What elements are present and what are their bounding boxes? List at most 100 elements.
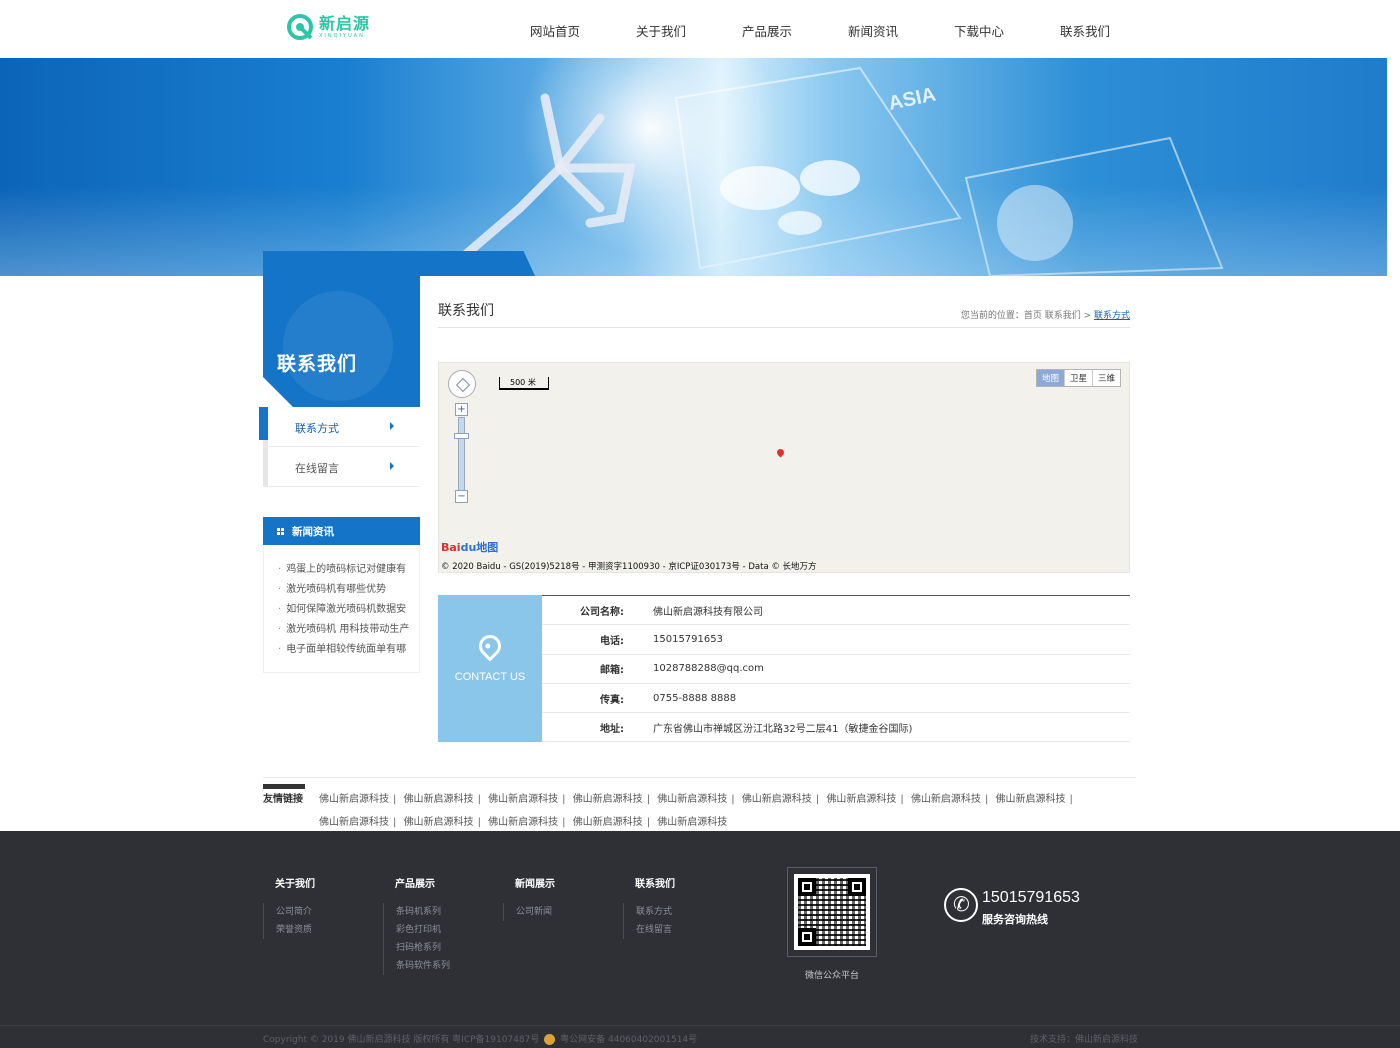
wechat-qr-frame [787, 867, 877, 957]
map-scale-label: 500 米 [510, 378, 536, 387]
site-header: 新启源 XINQIYUAN 网站首页 关于我们 产品展示 新闻资讯 下载中心 联… [0, 0, 1400, 58]
contact-key: 公司名称: [580, 606, 624, 618]
friend-link[interactable]: 佛山新启源科技 [404, 794, 474, 805]
copyright-text: Copyright © 2019 佛山新启源科技 版权所有 粤ICP备19107… [263, 1035, 540, 1045]
breadcrumb-prefix: 您当前的位置：首页 联系我们 > [960, 311, 1092, 321]
nav-home[interactable]: 网站首页 [502, 0, 608, 58]
footer-col-products: 产品展示 条码机系列 彩色打印机 扫码枪系列 条码软件系列 [383, 875, 505, 975]
zoom-slider-thumb[interactable] [454, 433, 469, 439]
breadcrumb: 您当前的位置：首页 联系我们 > 联系方式 [961, 308, 1130, 321]
nav-download[interactable]: 下载中心 [926, 0, 1032, 58]
friend-link[interactable]: 佛山新启源科技 [996, 794, 1066, 805]
friend-link[interactable]: 佛山新启源科技 [404, 817, 474, 828]
zoom-slider-track[interactable] [458, 417, 465, 491]
nav-products[interactable]: 产品展示 [714, 0, 820, 58]
footer-link[interactable]: 条码机系列 [396, 903, 505, 921]
site-logo[interactable]: 新启源 XINQIYUAN [287, 14, 370, 40]
map-scale: 500 米 [499, 377, 549, 390]
footer-col-title[interactable]: 联系我们 [635, 875, 745, 890]
news-box-title: 新闻资讯 [292, 526, 334, 538]
phone-icon [944, 888, 978, 922]
pan-control-icon[interactable] [448, 370, 476, 398]
footer-col-title[interactable]: 新闻展示 [515, 875, 625, 890]
sidebar-item-message[interactable]: 在线留言 [263, 447, 420, 487]
map-type-3d[interactable]: 三维 [1091, 370, 1120, 386]
footer-link[interactable]: 荣誉资质 [276, 921, 385, 939]
sidebar-header-cut [263, 377, 293, 407]
sidebar-header: 联系我们 [263, 251, 420, 407]
friend-link[interactable]: 佛山新启源科技 [657, 794, 727, 805]
baidu-map[interactable]: + − 500 米 地图 卫星 三维 Baidu地图 © 2020 Baidu … [438, 362, 1130, 573]
footer-link[interactable]: 公司简介 [276, 903, 385, 921]
contact-value: 1028788288@qq.com [653, 663, 764, 675]
friend-link[interactable]: 佛山新启源科技 [573, 817, 643, 828]
friend-link[interactable]: 佛山新启源科技 [319, 817, 389, 828]
contact-key: 传真: [600, 694, 624, 706]
friend-link[interactable]: 佛山新启源科技 [488, 817, 558, 828]
footer-link[interactable]: 条码软件系列 [396, 957, 505, 975]
links-label: 友情链接 [263, 784, 305, 805]
breadcrumb-current[interactable]: 联系方式 [1094, 311, 1130, 321]
footer-link[interactable]: 彩色打印机 [396, 921, 505, 939]
nav-about[interactable]: 关于我们 [608, 0, 714, 58]
baidu-map-logo[interactable]: Baidu地图 [441, 539, 498, 555]
sidebar-menu: 联系方式 在线留言 [259, 407, 420, 487]
news-item[interactable]: 激光喷码机有哪些优势 [264, 580, 419, 600]
footer-divider [0, 1025, 1400, 1026]
grid-icon [277, 528, 284, 535]
footer-link[interactable]: 扫码枪系列 [396, 939, 505, 957]
footer-link[interactable]: 在线留言 [636, 921, 745, 939]
contact-value: 15015791653 [653, 633, 723, 645]
news-list: 鸡蛋上的喷码标记对健康有 激光喷码机有哪些优势 如何保障激光喷码机数据安 激光喷… [264, 545, 419, 660]
footer-col-title[interactable]: 关于我们 [275, 875, 385, 890]
wechat-qr-code [794, 874, 870, 950]
news-item[interactable]: 激光喷码机 用科技带动生产 [264, 620, 419, 640]
links-row: 佛山新启源科技 | 佛山新启源科技 | 佛山新启源科技 | 佛山新启源科技 | 佛山新启… [319, 817, 728, 828]
news-box-header: 新闻资讯 [263, 517, 420, 545]
tech-support: 技术支持：佛山新启源科技 [1029, 1035, 1138, 1045]
links-row: 佛山新启源科技 | 佛山新启源科技 | 佛山新启源科技 | 佛山新启源科技 | 佛山新启… [319, 794, 1073, 805]
news-item[interactable]: 电子面单相较传统面单有哪 [264, 640, 419, 660]
logo-text: 新启源 [319, 14, 371, 33]
map-marker-icon[interactable] [775, 447, 786, 458]
footer-col-contact: 联系我们 联系方式 在线留言 [623, 875, 745, 939]
news-item[interactable]: 鸡蛋上的喷码标记对健康有 [264, 560, 419, 580]
nav-contact[interactable]: 联系我们 [1032, 0, 1138, 58]
friend-link[interactable]: 佛山新启源科技 [911, 794, 981, 805]
svg-text:ASIA: ASIA [886, 83, 937, 114]
caret-right-icon [390, 462, 394, 470]
friend-link[interactable]: 佛山新启源科技 [573, 794, 643, 805]
contact-table: 公司名称: 佛山新启源科技有限公司 电话: 15015791653 邮箱: 10… [542, 595, 1130, 743]
map-type-satellite[interactable]: 卫星 [1063, 370, 1092, 386]
hotline-number[interactable]: 15015791653 [982, 889, 1080, 907]
news-item[interactable]: 如何保障激光喷码机数据安 [264, 600, 419, 620]
friend-link[interactable]: 佛山新启源科技 [657, 817, 727, 828]
sidebar-item-contact-info[interactable]: 联系方式 [259, 407, 420, 447]
friend-link[interactable]: 佛山新启源科技 [319, 794, 389, 805]
contact-key: 电话: [600, 635, 624, 647]
location-pin-icon [474, 630, 506, 662]
banner-fade [0, 186, 1387, 276]
footer-col-news: 新闻展示 公司新闻 [503, 875, 625, 921]
sidebar-header-decoration [283, 291, 393, 401]
friend-link[interactable]: 佛山新启源科技 [826, 794, 896, 805]
contact-row-company: 公司名称: 佛山新启源科技有限公司 [542, 596, 1130, 626]
contact-row-phone: 电话: 15015791653 [542, 625, 1130, 655]
zoom-in-button[interactable]: + [455, 403, 468, 416]
links-divider [263, 777, 1136, 778]
contact-value: 佛山新启源科技有限公司 [653, 606, 763, 618]
contact-key: 邮箱: [600, 665, 624, 677]
friend-link[interactable]: 佛山新启源科技 [742, 794, 812, 805]
contact-card: CONTACT US [438, 595, 542, 742]
zoom-out-button[interactable]: − [455, 490, 468, 503]
nav-news[interactable]: 新闻资讯 [820, 0, 926, 58]
map-type-map[interactable]: 地图 [1036, 370, 1064, 386]
police-record-link[interactable]: 粤公网安备 44060402001514号 [560, 1035, 697, 1045]
footer-link[interactable]: 联系方式 [636, 903, 745, 921]
friend-link[interactable]: 佛山新启源科技 [488, 794, 558, 805]
contact-key: 地址: [600, 723, 624, 735]
footer-link[interactable]: 公司新闻 [516, 903, 625, 921]
site-footer [0, 831, 1400, 1048]
footer-col-title[interactable]: 产品展示 [395, 875, 505, 890]
logo-subtext: XINQIYUAN [319, 33, 365, 39]
